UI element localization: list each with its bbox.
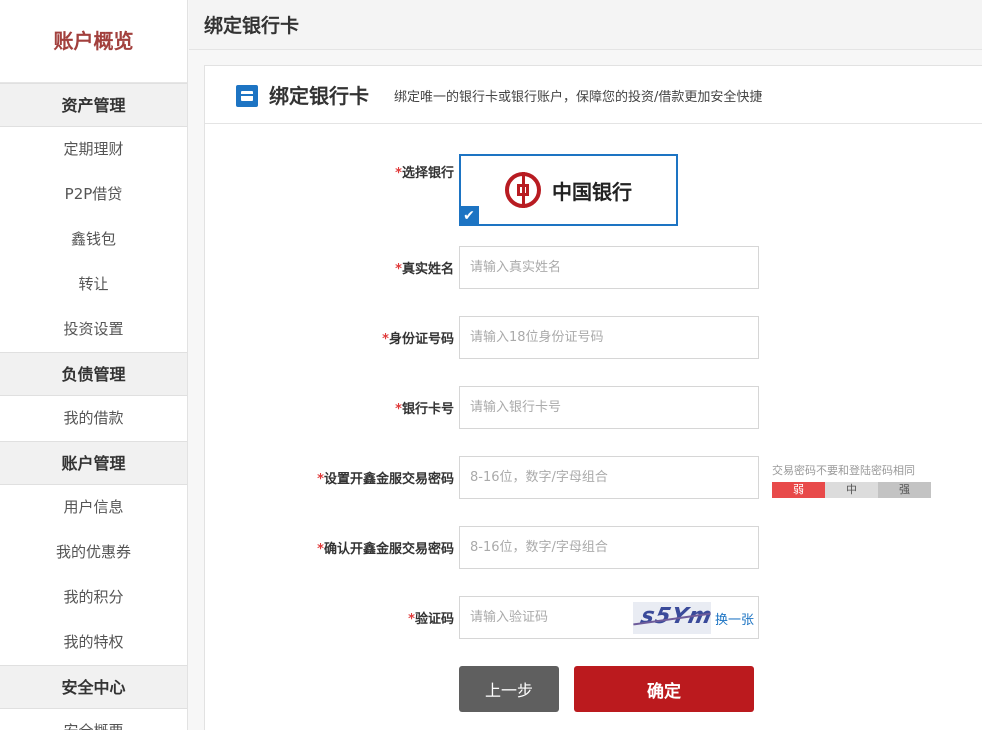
required-mark: * xyxy=(408,612,415,627)
sidebar: 账户概览 资产管理 定期理财 P2P借贷 鑫钱包 转让 投资设置 负债管理 我的… xyxy=(0,0,188,730)
bank-option-boc[interactable]: 中国银行 ✔ xyxy=(459,154,678,226)
checkmark-icon: ✔ xyxy=(459,206,479,226)
bank-of-china-logo-icon xyxy=(505,172,541,208)
sidebar-item-points[interactable]: 我的积分 xyxy=(0,575,187,620)
sidebar-item-security-summary[interactable]: 安全概要 xyxy=(0,709,187,730)
card-number-input[interactable] xyxy=(459,386,759,429)
sidebar-item-coupons[interactable]: 我的优惠券 xyxy=(0,530,187,575)
page-title: 绑定银行卡 xyxy=(204,15,300,37)
trade-password-input[interactable] xyxy=(459,456,759,499)
page-root: 账户概览 资产管理 定期理财 P2P借贷 鑫钱包 转让 投资设置 负债管理 我的… xyxy=(0,0,982,730)
id-number-label: *身份证号码 xyxy=(382,328,454,347)
trade-password-label: *设置开鑫金服交易密码 xyxy=(317,468,454,487)
real-name-input[interactable] xyxy=(459,246,759,289)
confirm-password-label-text: 确认开鑫金服交易密码 xyxy=(323,542,454,557)
bank-card-icon xyxy=(236,85,258,107)
prev-step-button[interactable]: 上一步 xyxy=(459,666,559,712)
confirm-button[interactable]: 确定 xyxy=(574,666,754,712)
password-strength-meter: 弱 中 强 xyxy=(772,482,931,498)
card-number-label: *银行卡号 xyxy=(395,398,454,417)
required-mark: * xyxy=(317,472,324,487)
sidebar-group-security: 安全中心 xyxy=(0,665,187,709)
sidebar-item-privileges[interactable]: 我的特权 xyxy=(0,620,187,665)
sidebar-title[interactable]: 账户概览 xyxy=(0,0,187,83)
required-mark: * xyxy=(317,542,324,557)
captcha-image[interactable]: s5Ym xyxy=(633,602,711,634)
panel-title: 绑定银行卡 xyxy=(269,84,369,108)
captcha-label: *验证码 xyxy=(408,608,454,627)
captcha-input[interactable] xyxy=(460,597,630,638)
confirm-password-label: *确认开鑫金服交易密码 xyxy=(317,538,454,557)
name-label-text: 真实姓名 xyxy=(401,262,454,277)
password-hint: 交易密码不要和登陆密码相同 xyxy=(772,464,915,477)
confirm-password-input[interactable] xyxy=(459,526,759,569)
captcha-refresh-link[interactable]: 换一张 xyxy=(715,609,754,628)
strength-weak: 弱 xyxy=(772,482,825,498)
sidebar-item-p2p[interactable]: P2P借贷 xyxy=(0,172,187,217)
sidebar-item-invest-settings[interactable]: 投资设置 xyxy=(0,307,187,352)
strength-medium: 中 xyxy=(825,482,878,498)
bank-name: 中国银行 xyxy=(552,180,632,204)
sidebar-item-user-info[interactable]: 用户信息 xyxy=(0,485,187,530)
required-mark: * xyxy=(395,402,402,417)
sidebar-group-account: 账户管理 xyxy=(0,441,187,485)
panel-header: 绑定银行卡 绑定唯一的银行卡或银行账户，保障您的投资/借款更加安全快捷 xyxy=(205,66,982,124)
name-label: *真实姓名 xyxy=(395,258,454,277)
bank-label: *选择银行 xyxy=(395,162,454,181)
captcha-label-text: 验证码 xyxy=(414,612,454,627)
main-header: 绑定银行卡 xyxy=(189,0,982,50)
id-number-input[interactable] xyxy=(459,316,759,359)
required-mark: * xyxy=(395,166,402,181)
id-number-label-text: 身份证号码 xyxy=(388,332,454,347)
captcha-field: s5Ym 换一张 xyxy=(459,596,759,639)
strength-strong: 强 xyxy=(878,482,931,498)
trade-password-label-text: 设置开鑫金服交易密码 xyxy=(323,472,454,487)
required-mark: * xyxy=(382,332,389,347)
bind-card-panel: 绑定银行卡 绑定唯一的银行卡或银行账户，保障您的投资/借款更加安全快捷 *选择银… xyxy=(204,65,982,730)
required-mark: * xyxy=(395,262,402,277)
panel-description: 绑定唯一的银行卡或银行账户，保障您的投资/借款更加安全快捷 xyxy=(394,90,763,105)
sidebar-group-assets: 资产管理 xyxy=(0,83,187,127)
sidebar-group-debt: 负债管理 xyxy=(0,352,187,396)
bank-label-text: 选择银行 xyxy=(401,166,454,181)
card-number-label-text: 银行卡号 xyxy=(401,402,454,417)
sidebar-item-fixed-finance[interactable]: 定期理财 xyxy=(0,127,187,172)
sidebar-item-wallet[interactable]: 鑫钱包 xyxy=(0,217,187,262)
sidebar-item-transfer[interactable]: 转让 xyxy=(0,262,187,307)
sidebar-item-my-loans[interactable]: 我的借款 xyxy=(0,396,187,441)
